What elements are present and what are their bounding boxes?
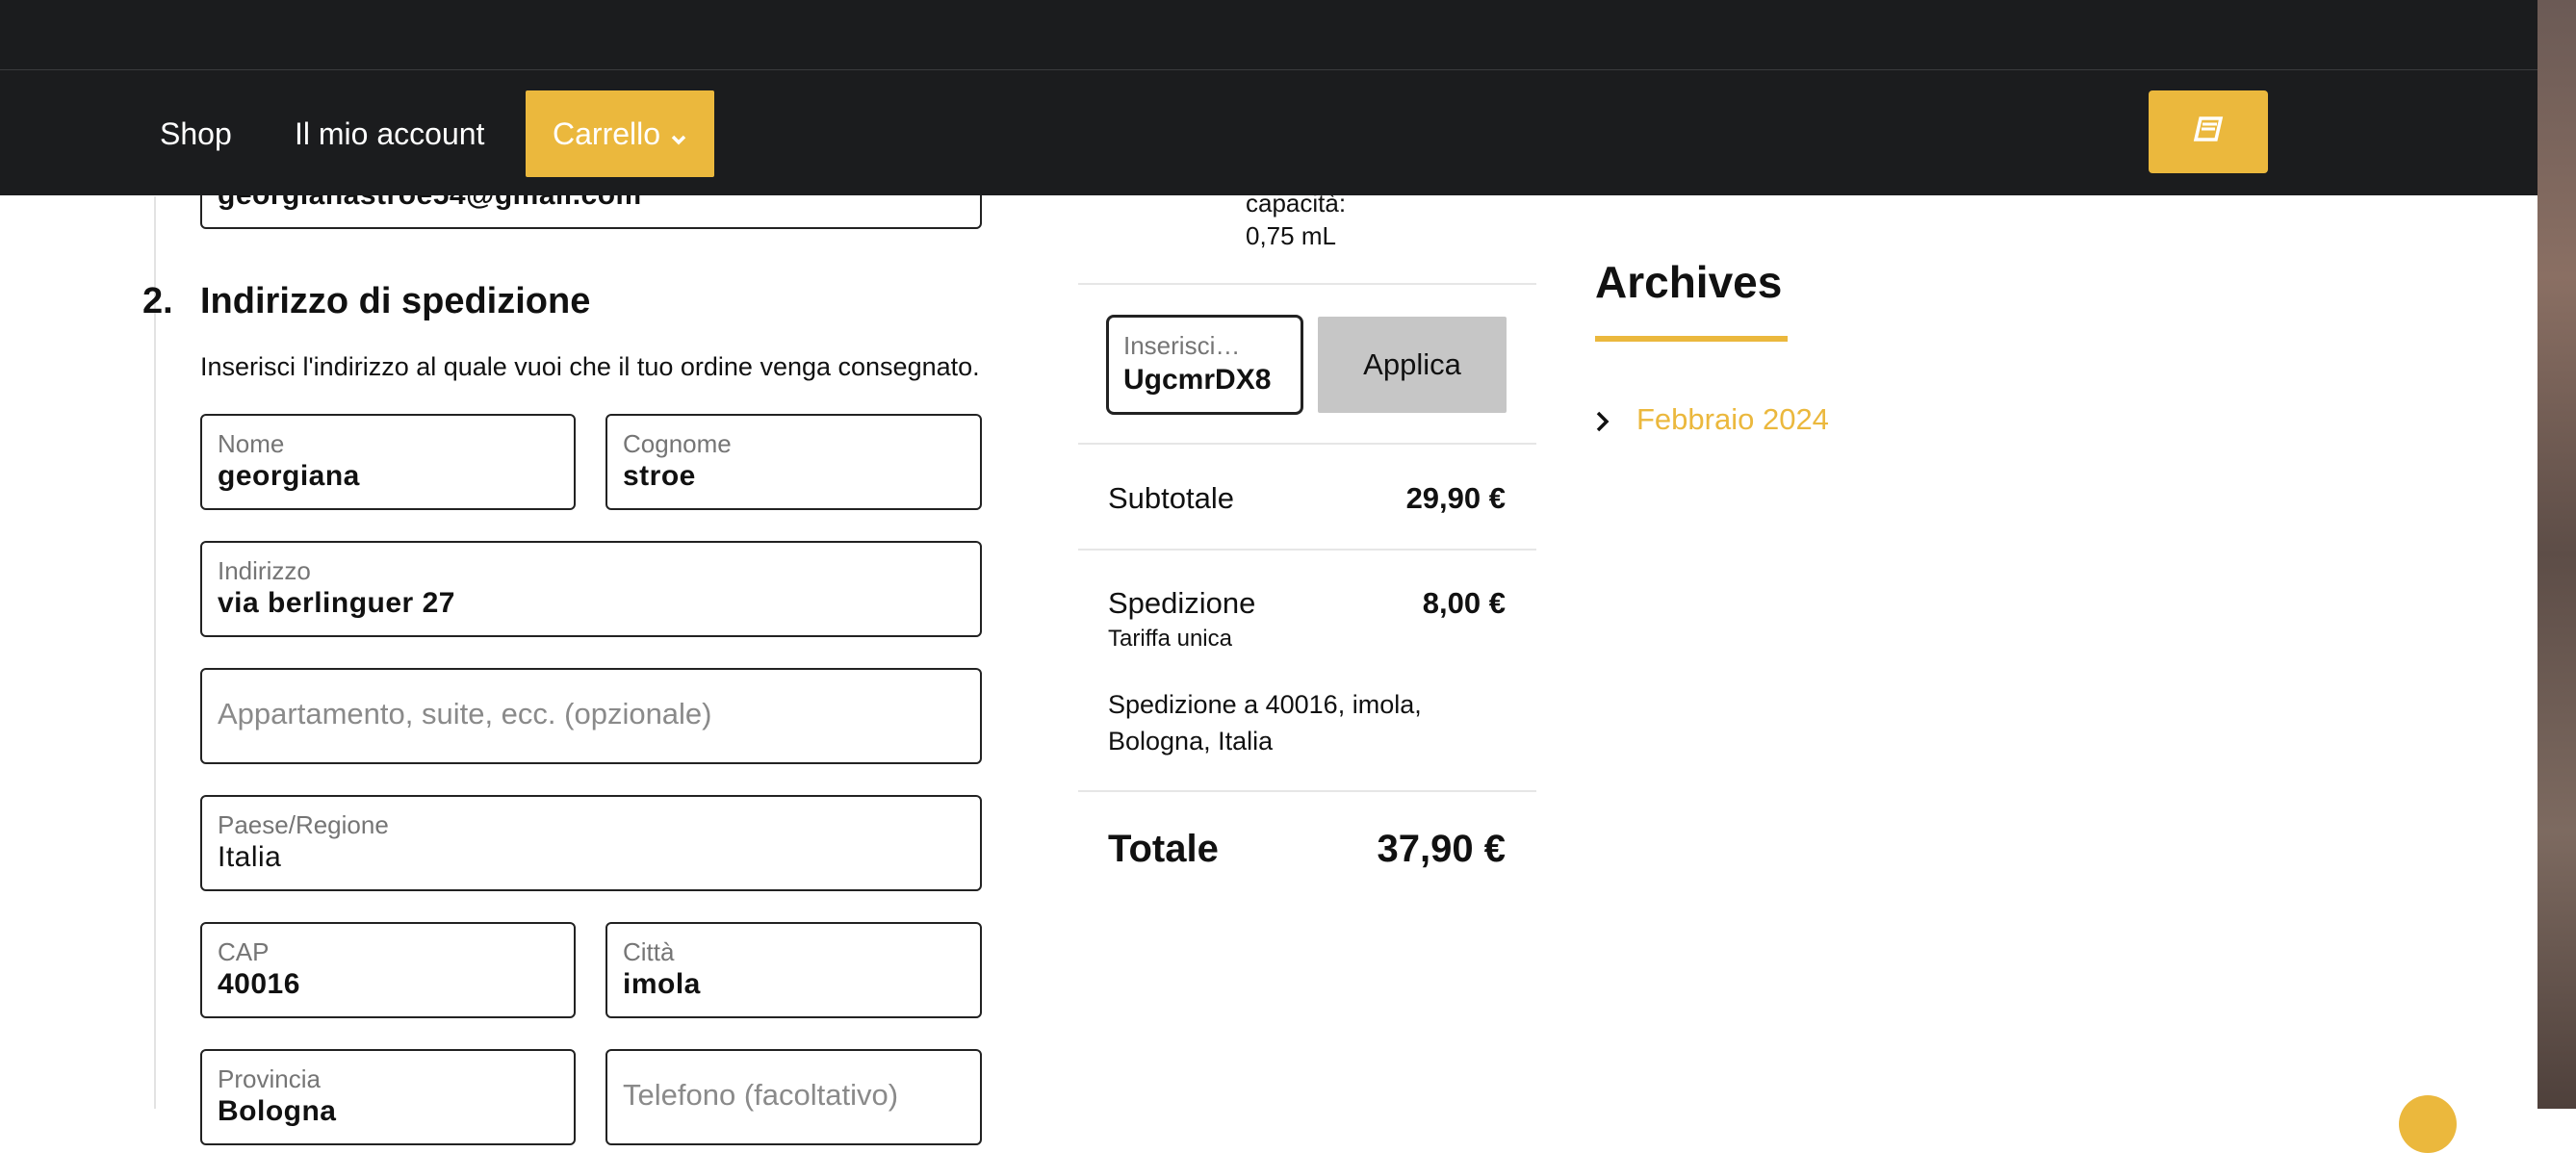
step-connector-line [154, 196, 156, 1109]
shipping-label: Spedizione [1108, 586, 1256, 620]
last-name-label: Cognome [623, 429, 732, 458]
first-name-field[interactable]: Nome georgiana [200, 414, 576, 510]
city-label: Città [623, 937, 675, 966]
top-bar [0, 0, 2537, 70]
chevron-right-icon [1594, 410, 1611, 438]
phone-placeholder: Telefono (facoltativo) [623, 1078, 899, 1112]
total-value: 37,90 € [1377, 828, 1506, 870]
coupon-label: Inserisci… [1123, 331, 1241, 360]
archives-underline [1595, 336, 1788, 342]
background-image-strip [2537, 0, 2576, 1109]
section-title: Indirizzo di spedizione [200, 281, 591, 321]
cap-field[interactable]: CAP 40016 [200, 922, 576, 1018]
summary-divider [1078, 443, 1536, 445]
nav-cart-label: Carrello [553, 116, 661, 151]
archive-link-febbraio-2024[interactable]: Febbraio 2024 [1636, 402, 1829, 437]
address-value: via berlinguer 27 [218, 587, 455, 619]
country-select[interactable]: Paese/Regione Italia [200, 795, 982, 891]
first-name-label: Nome [218, 429, 285, 458]
apartment-field[interactable]: Appartamento, suite, ecc. (opzionale) [200, 668, 982, 764]
cap-value: 40016 [218, 968, 300, 1000]
coupon-input[interactable]: Inserisci… UgcmrDX8 [1106, 315, 1303, 415]
shipping-value: 8,00 € [1422, 586, 1506, 620]
book-button[interactable] [2149, 90, 2268, 173]
country-value: Italia [218, 841, 282, 873]
book-icon [2192, 115, 2225, 149]
shipping-destination-line1: Spedizione a 40016, imola, [1108, 690, 1422, 719]
province-select[interactable]: Provincia Bologna [200, 1049, 576, 1145]
subtotal-label: Subtotale [1108, 481, 1234, 515]
summary-divider [1078, 283, 1536, 285]
nav-account-link[interactable]: Il mio account [295, 90, 484, 177]
address-label: Indirizzo [218, 556, 311, 585]
apply-coupon-button[interactable]: Applica [1318, 317, 1507, 413]
chevron-down-icon [670, 93, 687, 180]
subtotal-value: 29,90 € [1405, 481, 1506, 515]
province-label: Provincia [218, 1064, 321, 1093]
last-name-field[interactable]: Cognome stroe [605, 414, 982, 510]
nav-cart-menu[interactable]: Carrello [526, 90, 715, 180]
shipping-method: Tariffa unica [1108, 626, 1232, 652]
nav-shop-link[interactable]: Shop [160, 90, 232, 177]
coupon-value: UgcmrDX8 [1123, 364, 1272, 396]
cap-label: CAP [218, 937, 270, 966]
summary-divider [1078, 790, 1536, 792]
city-field[interactable]: Città imola [605, 922, 982, 1018]
address-field[interactable]: Indirizzo via berlinguer 27 [200, 541, 982, 637]
step-number: 2. [142, 281, 173, 321]
shipping-destination-line2: Bologna, Italia [1108, 727, 1274, 756]
country-label: Paese/Regione [218, 810, 389, 839]
phone-field[interactable]: Telefono (facoltativo) [605, 1049, 982, 1145]
province-value: Bologna [218, 1095, 337, 1127]
summary-divider [1078, 549, 1536, 551]
total-label: Totale [1108, 828, 1219, 870]
first-name-value: georgiana [218, 460, 360, 492]
last-name-value: stroe [623, 460, 696, 492]
apartment-placeholder: Appartamento, suite, ecc. (opzionale) [218, 697, 712, 730]
city-value: imola [623, 968, 701, 1000]
archives-title: Archives [1595, 257, 1783, 307]
floating-button[interactable] [2399, 1095, 2457, 1153]
section-description: Inserisci l'indirizzo al quale vuoi che … [200, 352, 980, 381]
product-capacity-value: 0,75 mL [1246, 221, 1336, 250]
